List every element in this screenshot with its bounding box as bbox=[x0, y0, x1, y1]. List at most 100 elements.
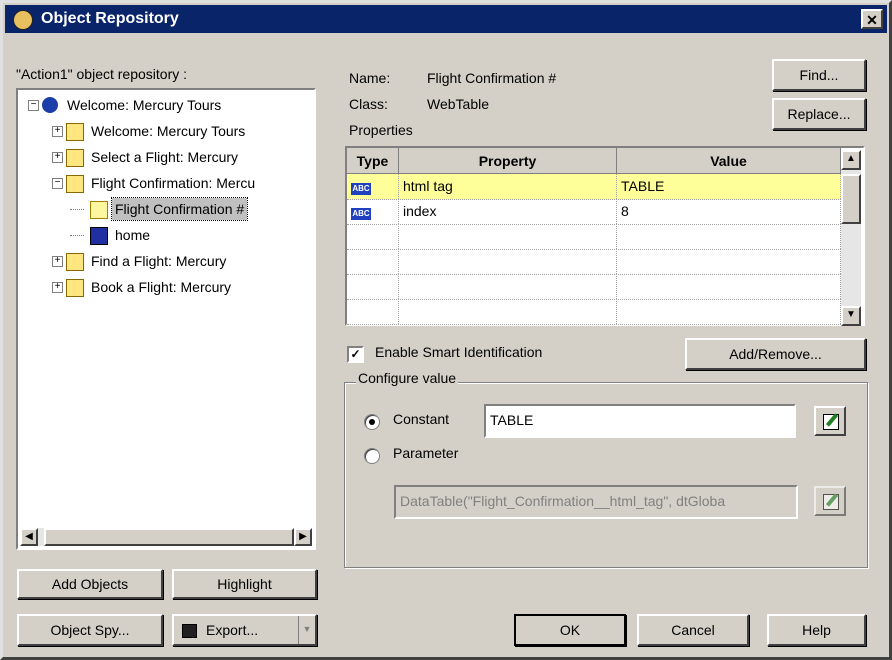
value-cell[interactable] bbox=[617, 299, 841, 324]
parameter-value-input: DataTable("Flight_Confirmation__html_tag… bbox=[394, 485, 798, 519]
type-cell: ABC bbox=[347, 174, 399, 199]
tree-connector bbox=[70, 209, 84, 210]
tree-item[interactable]: + Book a Flight: Mercury bbox=[18, 276, 314, 298]
title-bar[interactable]: Object Repository ✕ bbox=[5, 5, 887, 33]
value-cell[interactable] bbox=[617, 224, 841, 249]
constant-radio[interactable] bbox=[364, 414, 380, 430]
tree-item-label: Welcome: Mercury Tours bbox=[91, 123, 246, 139]
add-remove-button[interactable]: Add/Remove... bbox=[685, 338, 866, 370]
type-cell bbox=[347, 249, 399, 274]
header-type[interactable]: Type bbox=[347, 148, 399, 174]
smart-identification-checkbox[interactable]: ✓ bbox=[347, 346, 364, 363]
property-cell[interactable] bbox=[399, 224, 617, 249]
property-cell[interactable] bbox=[399, 299, 617, 324]
constant-value-input[interactable]: TABLE bbox=[484, 404, 796, 438]
tree-item-label: Find a Flight: Mercury bbox=[91, 253, 227, 269]
abc-type-icon: ABC bbox=[351, 208, 371, 220]
tree-item[interactable]: + Select a Flight: Mercury bbox=[18, 146, 314, 168]
expand-icon[interactable]: + bbox=[52, 152, 63, 163]
cancel-button[interactable]: Cancel bbox=[637, 614, 749, 646]
tree-item-label: home bbox=[115, 227, 151, 243]
object-spy-button[interactable]: Object Spy... bbox=[17, 614, 163, 646]
replace-button[interactable]: Replace... bbox=[772, 98, 866, 130]
page-icon bbox=[66, 253, 84, 271]
scroll-down-button[interactable]: ▼ bbox=[841, 306, 861, 326]
value-cell[interactable] bbox=[617, 274, 841, 299]
class-value: WebTable bbox=[427, 96, 490, 112]
property-cell[interactable]: html tag bbox=[399, 174, 617, 199]
page-icon bbox=[66, 149, 84, 167]
close-button[interactable]: ✕ bbox=[861, 9, 883, 29]
name-label: Name: bbox=[349, 70, 391, 86]
page-icon bbox=[66, 175, 84, 193]
tree-item[interactable]: + Find a Flight: Mercury bbox=[18, 250, 314, 272]
tree-horizontal-scrollbar[interactable]: ◀ ▶ bbox=[20, 528, 312, 546]
collapse-icon[interactable]: − bbox=[52, 178, 63, 189]
edit-pencil-icon bbox=[823, 414, 839, 430]
highlight-button[interactable]: Highlight bbox=[172, 569, 317, 599]
page-icon bbox=[66, 279, 84, 297]
tree-item[interactable]: − Flight Confirmation: Mercu bbox=[18, 172, 314, 194]
object-tree[interactable]: − Welcome: Mercury Tours + Welcome: Mercury… bbox=[16, 88, 316, 550]
property-row[interactable] bbox=[347, 249, 841, 275]
tree-connector bbox=[70, 235, 84, 236]
tree-item-label: Book a Flight: Mercury bbox=[91, 279, 232, 295]
scroll-right-button[interactable]: ▶ bbox=[294, 528, 312, 546]
property-row[interactable] bbox=[347, 299, 841, 325]
constant-edit-button[interactable] bbox=[814, 406, 846, 436]
collapse-icon[interactable]: − bbox=[28, 100, 39, 111]
properties-label: Properties bbox=[349, 122, 413, 138]
property-row[interactable]: ABC html tag TABLE bbox=[347, 174, 841, 200]
scroll-thumb[interactable] bbox=[44, 528, 294, 546]
value-cell[interactable]: 8 bbox=[617, 199, 841, 224]
repository-label: "Action1" object repository : bbox=[16, 66, 188, 82]
grid-vertical-scrollbar[interactable]: ▲ ▼ bbox=[841, 150, 861, 326]
help-button[interactable]: Help bbox=[767, 614, 866, 646]
property-cell[interactable] bbox=[399, 274, 617, 299]
type-cell bbox=[347, 274, 399, 299]
tree-item[interactable]: + Welcome: Mercury Tours bbox=[18, 120, 314, 142]
scroll-left-button[interactable]: ◀ bbox=[20, 528, 38, 546]
value-cell[interactable]: TABLE bbox=[617, 174, 841, 199]
tree-item-label: Select a Flight: Mercury bbox=[91, 149, 239, 165]
type-cell bbox=[347, 224, 399, 249]
ok-button[interactable]: OK bbox=[514, 614, 626, 646]
property-row[interactable] bbox=[347, 274, 841, 300]
property-row[interactable] bbox=[347, 224, 841, 250]
parameter-radio[interactable] bbox=[364, 448, 380, 464]
properties-grid[interactable]: Type Property Value ABC html tag TABLE ABC i… bbox=[345, 146, 865, 326]
tree-item[interactable]: − Welcome: Mercury Tours bbox=[18, 94, 314, 116]
tree-item[interactable]: Flight Confirmation # bbox=[18, 197, 314, 221]
scroll-thumb[interactable] bbox=[841, 174, 861, 224]
tree-item[interactable]: home bbox=[18, 224, 314, 246]
tree-item-label: Welcome: Mercury Tours bbox=[67, 97, 222, 113]
add-objects-button[interactable]: Add Objects bbox=[17, 569, 163, 599]
globe-icon bbox=[42, 97, 58, 113]
type-cell: ABC bbox=[347, 199, 399, 224]
header-property[interactable]: Property bbox=[399, 148, 617, 174]
export-button[interactable]: Export... ▼ bbox=[172, 614, 317, 646]
export-label: Export... bbox=[206, 622, 259, 638]
parameter-edit-button bbox=[814, 486, 846, 516]
edit-pencil-icon bbox=[823, 494, 839, 510]
expand-icon[interactable]: + bbox=[52, 126, 63, 137]
smart-identification-label: Enable Smart Identification bbox=[375, 344, 543, 360]
type-cell bbox=[347, 299, 399, 324]
image-icon bbox=[90, 227, 108, 245]
constant-label: Constant bbox=[393, 411, 450, 427]
property-cell[interactable]: index bbox=[399, 199, 617, 224]
save-icon bbox=[182, 624, 197, 638]
scroll-up-button[interactable]: ▲ bbox=[841, 150, 861, 170]
repository-icon bbox=[13, 10, 33, 30]
configure-value-legend: Configure value bbox=[356, 370, 459, 386]
property-row[interactable]: ABC index 8 bbox=[347, 199, 841, 225]
header-value[interactable]: Value bbox=[617, 148, 841, 174]
expand-icon[interactable]: + bbox=[52, 282, 63, 293]
name-value: Flight Confirmation # bbox=[427, 70, 557, 86]
property-cell[interactable] bbox=[399, 249, 617, 274]
export-dropdown-arrow-icon[interactable]: ▼ bbox=[298, 616, 315, 644]
value-cell[interactable] bbox=[617, 249, 841, 274]
expand-icon[interactable]: + bbox=[52, 256, 63, 267]
find-button[interactable]: Find... bbox=[772, 59, 866, 91]
table-icon bbox=[90, 201, 108, 219]
